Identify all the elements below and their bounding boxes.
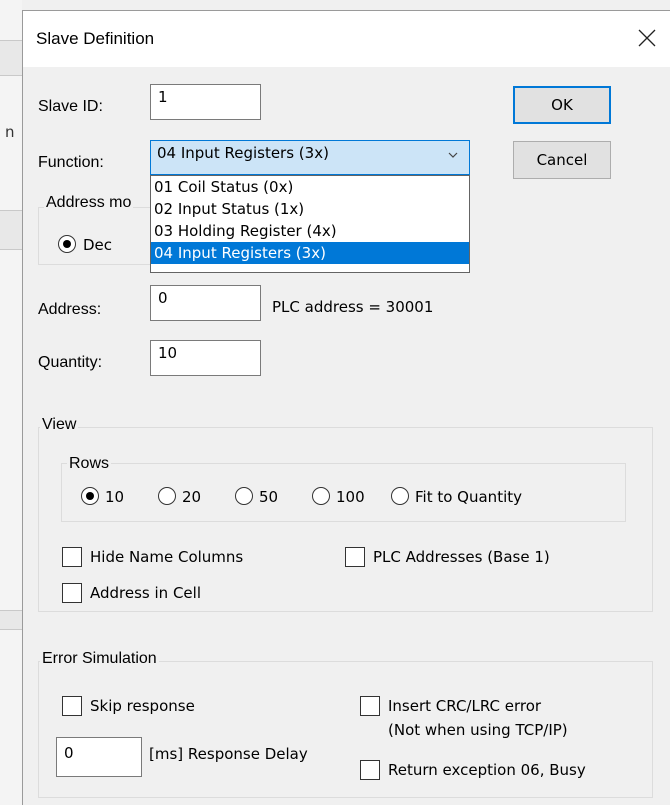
background-window: n bbox=[0, 0, 22, 805]
rows-20-label: 20 bbox=[182, 488, 202, 506]
address-input[interactable]: 0 bbox=[150, 285, 261, 321]
rows-100-radio[interactable] bbox=[312, 487, 330, 505]
return-exception-label: Return exception 06, Busy bbox=[388, 761, 586, 779]
function-option[interactable]: 01 Coil Status (0x) bbox=[151, 176, 469, 198]
response-delay-input[interactable]: 0 bbox=[56, 737, 142, 777]
close-icon[interactable] bbox=[636, 27, 658, 49]
error-simulation-title: Error Simulation bbox=[40, 650, 159, 668]
insert-crc-label: Insert CRC/LRC error bbox=[388, 697, 542, 715]
address-in-cell-checkbox[interactable] bbox=[62, 583, 82, 603]
dec-radio[interactable] bbox=[58, 235, 76, 253]
dec-radio-label: Dec bbox=[83, 236, 113, 254]
function-option-selected[interactable]: 04 Input Registers (3x) bbox=[151, 242, 469, 264]
function-label: Function: bbox=[38, 154, 104, 171]
plc-address-text: PLC address = 30001 bbox=[272, 298, 434, 316]
skip-response-checkbox[interactable] bbox=[62, 696, 82, 716]
slave-id-input[interactable]: 1 bbox=[150, 84, 261, 120]
function-option[interactable]: 02 Input Status (1x) bbox=[151, 198, 469, 220]
view-title: View bbox=[40, 416, 79, 434]
slave-definition-dialog: Slave Definition Slave ID: 1 Function: 0… bbox=[22, 10, 670, 805]
background-row bbox=[0, 210, 22, 250]
plc-addresses-label: PLC Addresses (Base 1) bbox=[373, 548, 550, 566]
cancel-button[interactable]: Cancel bbox=[513, 141, 611, 179]
hide-name-columns-checkbox[interactable] bbox=[62, 547, 82, 567]
quantity-label: Quantity: bbox=[38, 354, 103, 371]
rows-fit-radio[interactable] bbox=[391, 487, 409, 505]
rows-20-radio[interactable] bbox=[158, 487, 176, 505]
function-option[interactable]: 03 Holding Register (4x) bbox=[151, 220, 469, 242]
function-selected-value: 04 Input Registers (3x) bbox=[157, 144, 329, 162]
chevron-down-icon bbox=[447, 147, 459, 165]
background-row bbox=[0, 610, 22, 630]
insert-crc-checkbox[interactable] bbox=[360, 696, 380, 716]
hide-name-columns-label: Hide Name Columns bbox=[90, 548, 244, 566]
rows-title: Rows bbox=[67, 455, 112, 473]
ok-button[interactable]: OK bbox=[513, 86, 611, 124]
rows-10-radio[interactable] bbox=[81, 487, 99, 505]
skip-response-label: Skip response bbox=[90, 697, 195, 715]
address-in-cell-label: Address in Cell bbox=[90, 584, 201, 602]
function-select[interactable]: 04 Input Registers (3x) bbox=[150, 140, 470, 175]
dialog-title: Slave Definition bbox=[36, 29, 155, 48]
rows-50-label: 50 bbox=[259, 488, 279, 506]
response-delay-label: [ms] Response Delay bbox=[149, 745, 308, 763]
background-row bbox=[0, 40, 22, 76]
return-exception-checkbox[interactable] bbox=[360, 760, 380, 780]
rows-fit-label: Fit to Quantity bbox=[415, 488, 522, 506]
plc-addresses-checkbox[interactable] bbox=[345, 547, 365, 567]
rows-100-label: 100 bbox=[336, 488, 365, 506]
function-dropdown-list[interactable]: 01 Coil Status (0x) 02 Input Status (1x)… bbox=[150, 175, 470, 273]
title-bar: Slave Definition bbox=[23, 11, 670, 67]
address-mode-title: Address mo bbox=[44, 194, 134, 212]
rows-50-radio[interactable] bbox=[235, 487, 253, 505]
quantity-input[interactable]: 10 bbox=[150, 340, 261, 376]
rows-10-label: 10 bbox=[105, 488, 125, 506]
slave-id-label: Slave ID: bbox=[38, 98, 103, 115]
background-text: n bbox=[5, 123, 15, 141]
address-label: Address: bbox=[38, 301, 102, 318]
insert-crc-note: (Not when using TCP/IP) bbox=[388, 721, 568, 739]
